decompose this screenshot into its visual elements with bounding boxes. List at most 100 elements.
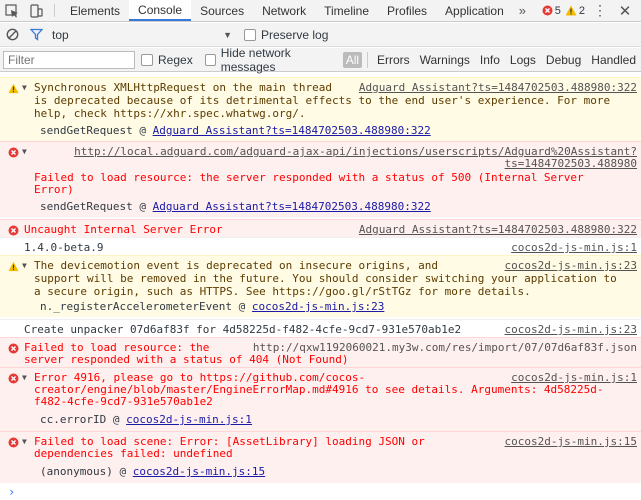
tab-timeline[interactable]: Timeline bbox=[315, 0, 378, 21]
filter-icon[interactable] bbox=[24, 28, 48, 41]
stack-function: n._registerAccelerometerEvent @ bbox=[40, 300, 252, 313]
tab-profiles[interactable]: Profiles bbox=[378, 0, 436, 21]
level-errors[interactable]: Errors bbox=[373, 52, 414, 68]
hide-network-checkbox[interactable] bbox=[204, 53, 216, 66]
expand-triangle-icon[interactable]: ▼ bbox=[22, 373, 27, 383]
message-text: support will be removed in the future. Y… bbox=[34, 272, 617, 285]
level-debug[interactable]: Debug bbox=[542, 52, 585, 68]
hide-network-toggle[interactable]: Hide network messages bbox=[204, 45, 337, 74]
error-icon bbox=[8, 343, 19, 354]
message-source-link[interactable]: cocos2d-js-min.js:23 bbox=[505, 260, 637, 272]
console-message-error[interactable]: ▼ http://local.adguard.com/adguard-ajax-… bbox=[0, 141, 641, 217]
expand-triangle-icon[interactable]: ▼ bbox=[22, 83, 27, 93]
regex-toggle[interactable]: Regex bbox=[141, 53, 193, 67]
dropdown-arrow-icon: ▼ bbox=[223, 29, 232, 40]
tab-application[interactable]: Application bbox=[436, 0, 513, 21]
level-divider bbox=[367, 51, 368, 68]
context-label: top bbox=[52, 27, 69, 42]
error-icon bbox=[542, 5, 553, 16]
stack-link[interactable]: Adguard Assistant?ts=1484702503.488980:3… bbox=[153, 124, 431, 137]
expand-triangle-icon[interactable]: ▼ bbox=[22, 147, 27, 157]
preserve-log-checkbox[interactable] bbox=[244, 28, 256, 41]
error-icon bbox=[8, 225, 19, 236]
message-text: is deprecated because of its detrimental… bbox=[34, 94, 611, 107]
console-message-error[interactable]: ▼ Error 4916, please go to https://githu… bbox=[0, 367, 641, 431]
inspect-element-icon[interactable] bbox=[0, 0, 24, 21]
error-icon bbox=[8, 147, 19, 158]
tab-elements[interactable]: Elements bbox=[61, 0, 129, 21]
message-text: help, check https://xhr.spec.whatwg.org/… bbox=[34, 107, 306, 120]
console-message-error[interactable]: Failed to load resource: the http://qxw1… bbox=[0, 337, 641, 367]
level-logs[interactable]: Logs bbox=[506, 52, 540, 68]
message-source-link[interactable]: Adguard Assistant?ts=1484702503.488980:3… bbox=[359, 224, 637, 236]
message-source-link[interactable]: cocos2d-js-min.js:15 bbox=[505, 436, 637, 448]
clear-console-icon[interactable] bbox=[0, 28, 24, 41]
expand-triangle-icon[interactable]: ▼ bbox=[22, 437, 27, 447]
stack-frame: sendGetRequest @ Adguard Assistant?ts=14… bbox=[40, 201, 431, 213]
tabbar-divider bbox=[54, 4, 55, 17]
console-message-error[interactable]: ▼ Failed to load scene: Error: [AssetLib… bbox=[0, 431, 641, 483]
tab-network[interactable]: Network bbox=[253, 0, 315, 21]
message-text: 1.4.0-beta.9 bbox=[24, 241, 104, 254]
regex-checkbox[interactable] bbox=[141, 53, 153, 66]
tabbar-right: 5 2 ⋮ ✕ bbox=[542, 0, 641, 21]
warning-icon bbox=[8, 261, 19, 272]
stack-frame: cc.errorID @ cocos2d-js-min.js:1 bbox=[40, 414, 252, 426]
regex-label: Regex bbox=[158, 52, 193, 67]
close-icon[interactable]: ✕ bbox=[615, 2, 635, 20]
message-text: Failed to load resource: the server resp… bbox=[34, 171, 584, 184]
stack-function: cc.errorID @ bbox=[40, 413, 127, 426]
message-text: a secure origin, such as HTTPS. See http… bbox=[34, 285, 531, 298]
message-text: server responded with a status of 404 (N… bbox=[24, 353, 349, 366]
console-messages: ▼ Synchronous XMLHttpRequest on the main… bbox=[0, 73, 641, 500]
message-source-link[interactable]: cocos2d-js-min.js:1 bbox=[511, 242, 637, 254]
more-options-icon[interactable]: ⋮ bbox=[589, 2, 611, 19]
context-selector[interactable]: top ▼ bbox=[48, 28, 238, 42]
stack-function: sendGetRequest @ bbox=[40, 124, 153, 137]
warning-icon bbox=[8, 83, 19, 94]
preserve-log-toggle[interactable]: Preserve log bbox=[244, 28, 328, 42]
console-message-log[interactable]: Create unpacker 07d6af83f for 4d58225d-f… bbox=[0, 319, 641, 337]
stack-link[interactable]: cocos2d-js-min.js:1 bbox=[126, 413, 252, 426]
message-source-link[interactable]: ts=1484702503.488980 bbox=[505, 158, 637, 170]
expand-triangle-icon[interactable]: ▼ bbox=[22, 261, 27, 271]
console-message-log[interactable]: 1.4.0-beta.9 cocos2d-js-min.js:1 bbox=[0, 237, 641, 255]
stack-link[interactable]: Adguard Assistant?ts=1484702503.488980:3… bbox=[153, 200, 431, 213]
level-info[interactable]: Info bbox=[476, 52, 504, 68]
stack-link[interactable]: cocos2d-js-min.js:15 bbox=[133, 465, 265, 478]
filter-input[interactable] bbox=[3, 50, 135, 69]
stack-frame: (anonymous) @ cocos2d-js-min.js:15 bbox=[40, 466, 265, 478]
level-handled[interactable]: Handled bbox=[587, 52, 640, 68]
device-toolbar-icon[interactable] bbox=[24, 0, 48, 21]
level-all[interactable]: All bbox=[342, 51, 363, 68]
message-source-link[interactable]: cocos2d-js-min.js:23 bbox=[505, 324, 637, 336]
level-warnings[interactable]: Warnings bbox=[416, 52, 474, 68]
message-text: f482-4cfe-9cd7-931e570ab1e2 bbox=[34, 395, 213, 408]
stack-function: sendGetRequest @ bbox=[40, 200, 153, 213]
message-text: Uncaught Internal Server Error bbox=[24, 223, 223, 236]
stack-frame: sendGetRequest @ Adguard Assistant?ts=14… bbox=[40, 125, 431, 137]
message-text: The devicemotion event is deprecated on … bbox=[34, 259, 438, 272]
console-toolbar: top ▼ Preserve log bbox=[0, 23, 641, 47]
error-count-value: 5 bbox=[554, 4, 561, 17]
message-text: Create unpacker 07d6af83f for 4d58225d-f… bbox=[24, 323, 462, 336]
console-message-warning[interactable]: ▼ Synchronous XMLHttpRequest on the main… bbox=[0, 77, 641, 141]
console-message-warning[interactable]: ▼ The devicemotion event is deprecated o… bbox=[0, 255, 641, 317]
tab-console[interactable]: Console bbox=[129, 0, 192, 21]
stack-link[interactable]: cocos2d-js-min.js:23 bbox=[252, 300, 384, 313]
message-text: dependencies failed: undefined bbox=[34, 447, 233, 460]
message-text: Synchronous XMLHttpRequest on the main t… bbox=[34, 81, 333, 94]
error-count[interactable]: 5 bbox=[542, 5, 561, 17]
error-icon bbox=[8, 437, 19, 448]
hide-network-label: Hide network messages bbox=[220, 45, 291, 74]
tab-sources[interactable]: Sources bbox=[191, 0, 253, 21]
console-prompt[interactable]: › bbox=[8, 486, 15, 498]
warning-count[interactable]: 2 bbox=[565, 5, 585, 17]
stack-function: (anonymous) @ bbox=[40, 465, 133, 478]
filter-bar: Regex Hide network messages All Errors W… bbox=[0, 45, 641, 74]
warning-count-value: 2 bbox=[578, 4, 585, 17]
devtools-tabbar: Elements Console Sources Network Timelin… bbox=[0, 0, 641, 22]
console-message-error[interactable]: Uncaught Internal Server Error Adguard A… bbox=[0, 219, 641, 237]
more-tabs-button[interactable]: » bbox=[513, 0, 532, 21]
message-source-link[interactable]: Adguard Assistant?ts=1484702503.488980:3… bbox=[359, 82, 637, 94]
